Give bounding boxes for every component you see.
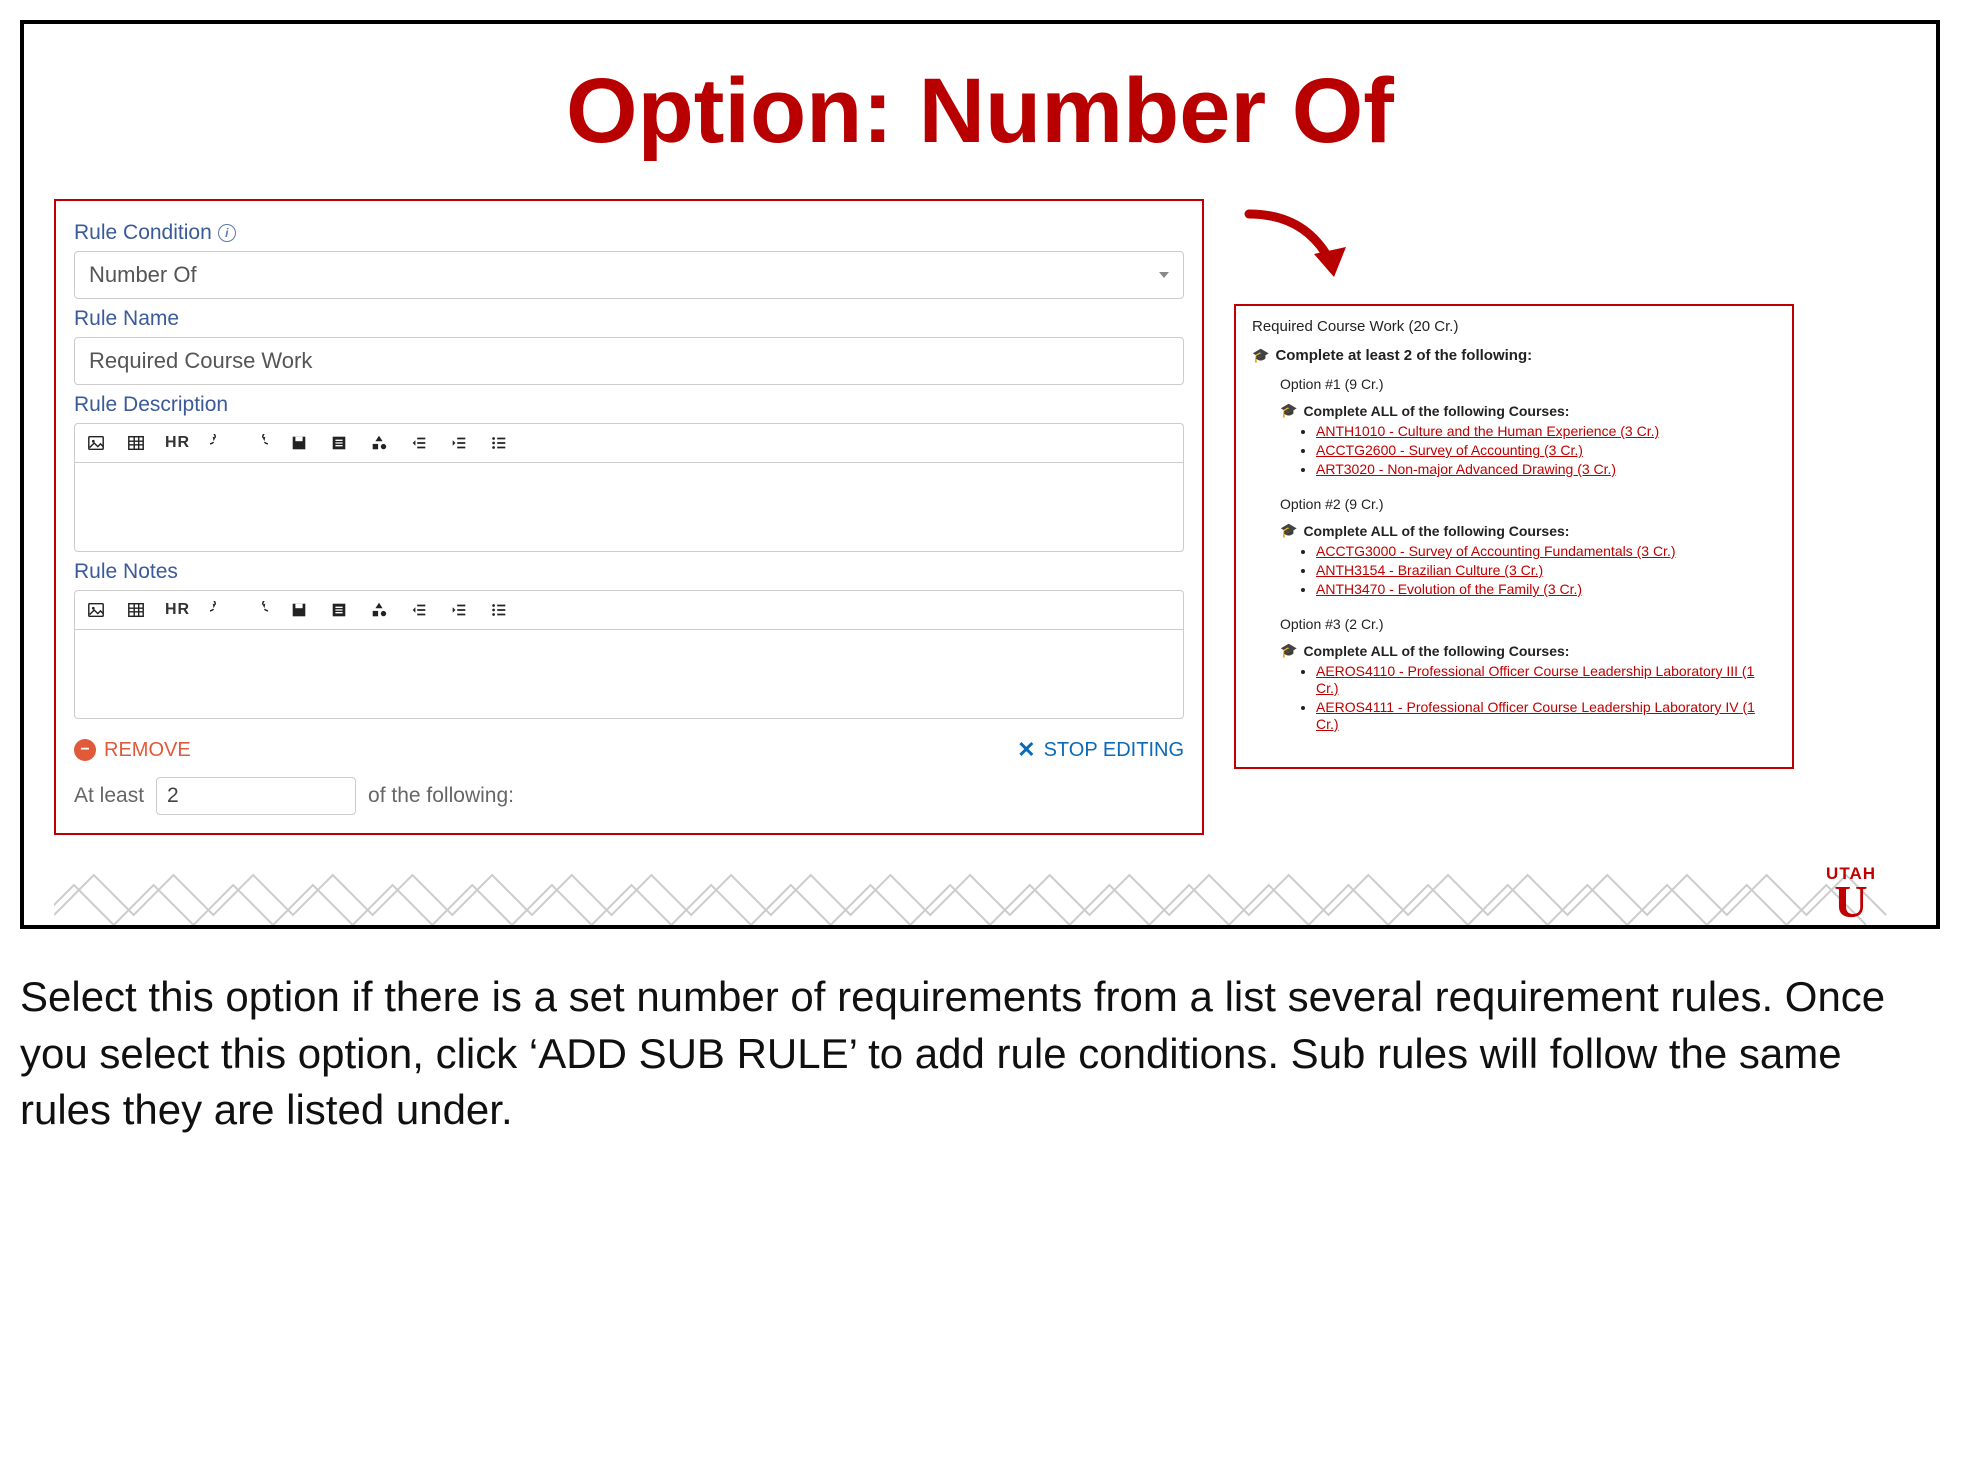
hr-button[interactable]: HR [165, 434, 190, 452]
save-icon[interactable] [288, 599, 310, 621]
description-editor[interactable] [74, 462, 1184, 552]
notes-editor[interactable] [74, 629, 1184, 719]
rule-description-label: Rule Description [74, 393, 1184, 417]
course-link[interactable]: ART3020 - Non-major Advanced Drawing (3 … [1316, 461, 1616, 477]
option-block: Option #3 (2 Cr.) 🎓 Complete ALL of the fo… [1280, 616, 1776, 733]
option-rule: 🎓 Complete ALL of the following Courses: [1280, 642, 1776, 659]
caption-text: Select this option if there is a set num… [20, 969, 1940, 1139]
save-icon[interactable] [288, 432, 310, 454]
course-item: ACCTG2600 - Survey of Accounting (3 Cr.) [1316, 442, 1776, 459]
option-block: Option #1 (9 Cr.) 🎓 Complete ALL of the fo… [1280, 376, 1776, 478]
redo-icon[interactable] [248, 432, 270, 454]
course-link[interactable]: AEROS4110 - Professional Officer Course … [1316, 663, 1754, 696]
option-label: Option #3 (2 Cr.) [1280, 616, 1776, 632]
rule-condition-select[interactable]: Number Of [74, 251, 1184, 299]
rule-name-input[interactable]: Required Course Work [74, 337, 1184, 385]
rule-notes-label: Rule Notes [74, 560, 1184, 584]
bullet-list-icon[interactable] [488, 432, 510, 454]
option-rule-text: Complete ALL of the following Courses: [1303, 403, 1569, 419]
option-label: Option #1 (9 Cr.) [1280, 376, 1776, 392]
preview-main-rule: 🎓 Complete at least 2 of the following: [1252, 347, 1776, 364]
shapes-icon[interactable] [368, 432, 390, 454]
options-container: Option #1 (9 Cr.) 🎓 Complete ALL of the fo… [1252, 376, 1776, 733]
atleast-prefix: At least [74, 784, 144, 808]
list-box-icon[interactable] [328, 432, 350, 454]
bullet-list-icon[interactable] [488, 599, 510, 621]
slide: Option: Number Of Rule Condition i Numbe… [20, 20, 1940, 929]
course-list: AEROS4110 - Professional Officer Course … [1316, 663, 1776, 733]
course-link[interactable]: ACCTG3000 - Survey of Accounting Fundame… [1316, 543, 1676, 559]
preview-main-rule-text: Complete at least 2 of the following: [1275, 347, 1532, 364]
image-icon[interactable] [85, 599, 107, 621]
chevron-down-icon [1159, 272, 1169, 278]
rule-condition-label-text: Rule Condition [74, 221, 212, 245]
course-item: ANTH1010 - Culture and the Human Experie… [1316, 423, 1776, 440]
stop-editing-button[interactable]: ✕ STOP EDITING [1017, 737, 1184, 763]
hr-button[interactable]: HR [165, 601, 190, 619]
option-label: Option #2 (9 Cr.) [1280, 496, 1776, 512]
course-link[interactable]: ACCTG2600 - Survey of Accounting (3 Cr.) [1316, 442, 1583, 458]
grad-cap-icon: 🎓 [1280, 402, 1297, 419]
notes-toolbar: HR [74, 590, 1184, 629]
outdent-icon[interactable] [408, 432, 430, 454]
course-item: ART3020 - Non-major Advanced Drawing (3 … [1316, 461, 1776, 478]
rule-name-label: Rule Name [74, 307, 1184, 331]
option-rule: 🎓 Complete ALL of the following Courses: [1280, 522, 1776, 539]
redo-icon[interactable] [248, 599, 270, 621]
remove-icon: − [74, 739, 96, 761]
course-link[interactable]: AEROS4111 - Professional Officer Course … [1316, 699, 1755, 732]
outdent-icon[interactable] [408, 599, 430, 621]
stop-editing-label: STOP EDITING [1044, 739, 1184, 762]
grad-cap-icon: 🎓 [1280, 522, 1297, 539]
content-row: Rule Condition i Number Of Rule Name Req… [54, 199, 1906, 835]
image-icon[interactable] [85, 432, 107, 454]
table-icon[interactable] [125, 432, 147, 454]
right-column: Required Course Work (20 Cr.) 🎓 Complete… [1234, 199, 1794, 769]
undo-icon[interactable] [208, 432, 230, 454]
shapes-icon[interactable] [368, 599, 390, 621]
course-item: ANTH3154 - Brazilian Culture (3 Cr.) [1316, 562, 1776, 579]
course-link[interactable]: ANTH3154 - Brazilian Culture (3 Cr.) [1316, 562, 1543, 578]
grad-cap-icon: 🎓 [1280, 642, 1297, 659]
course-item: ANTH3470 - Evolution of the Family (3 Cr… [1316, 581, 1776, 598]
utah-logo: UTAH U [1826, 864, 1876, 921]
option-block: Option #2 (9 Cr.) 🎓 Complete ALL of the fo… [1280, 496, 1776, 598]
remove-label: REMOVE [104, 739, 191, 762]
course-item: AEROS4110 - Professional Officer Course … [1316, 663, 1776, 697]
table-icon[interactable] [125, 599, 147, 621]
action-row: − REMOVE ✕ STOP EDITING [74, 737, 1184, 763]
preview-title: Required Course Work (20 Cr.) [1252, 318, 1776, 335]
course-link[interactable]: ANTH1010 - Culture and the Human Experie… [1316, 423, 1659, 439]
rule-form-panel: Rule Condition i Number Of Rule Name Req… [54, 199, 1204, 835]
undo-icon[interactable] [208, 599, 230, 621]
option-rule-text: Complete ALL of the following Courses: [1303, 643, 1569, 659]
course-item: AEROS4111 - Professional Officer Course … [1316, 699, 1776, 733]
grad-cap-icon: 🎓 [1252, 347, 1269, 364]
course-list: ANTH1010 - Culture and the Human Experie… [1316, 423, 1776, 478]
rule-condition-value: Number Of [89, 262, 197, 288]
option-rule-text: Complete ALL of the following Courses: [1303, 523, 1569, 539]
footer-band: UTAH U [54, 855, 1906, 925]
list-box-icon[interactable] [328, 599, 350, 621]
atleast-suffix: of the following: [368, 784, 514, 808]
option-rule: 🎓 Complete ALL of the following Courses: [1280, 402, 1776, 419]
course-link[interactable]: ANTH3470 - Evolution of the Family (3 Cr… [1316, 581, 1582, 597]
info-icon[interactable]: i [218, 224, 236, 242]
remove-button[interactable]: − REMOVE [74, 739, 191, 762]
preview-panel: Required Course Work (20 Cr.) 🎓 Complete… [1234, 304, 1794, 769]
atleast-row: At least of the following: [74, 777, 1184, 815]
rule-name-value: Required Course Work [89, 348, 312, 373]
rule-condition-label: Rule Condition i [74, 221, 1184, 245]
course-list: ACCTG3000 - Survey of Accounting Fundame… [1316, 543, 1776, 598]
course-item: ACCTG3000 - Survey of Accounting Fundame… [1316, 543, 1776, 560]
slide-title: Option: Number Of [54, 59, 1906, 164]
close-icon: ✕ [1017, 737, 1035, 763]
utah-logo-letter: U [1826, 884, 1876, 921]
atleast-input[interactable] [156, 777, 356, 815]
indent-icon[interactable] [448, 599, 470, 621]
arrow-annotation [1234, 199, 1364, 304]
indent-icon[interactable] [448, 432, 470, 454]
description-toolbar: HR [74, 423, 1184, 462]
